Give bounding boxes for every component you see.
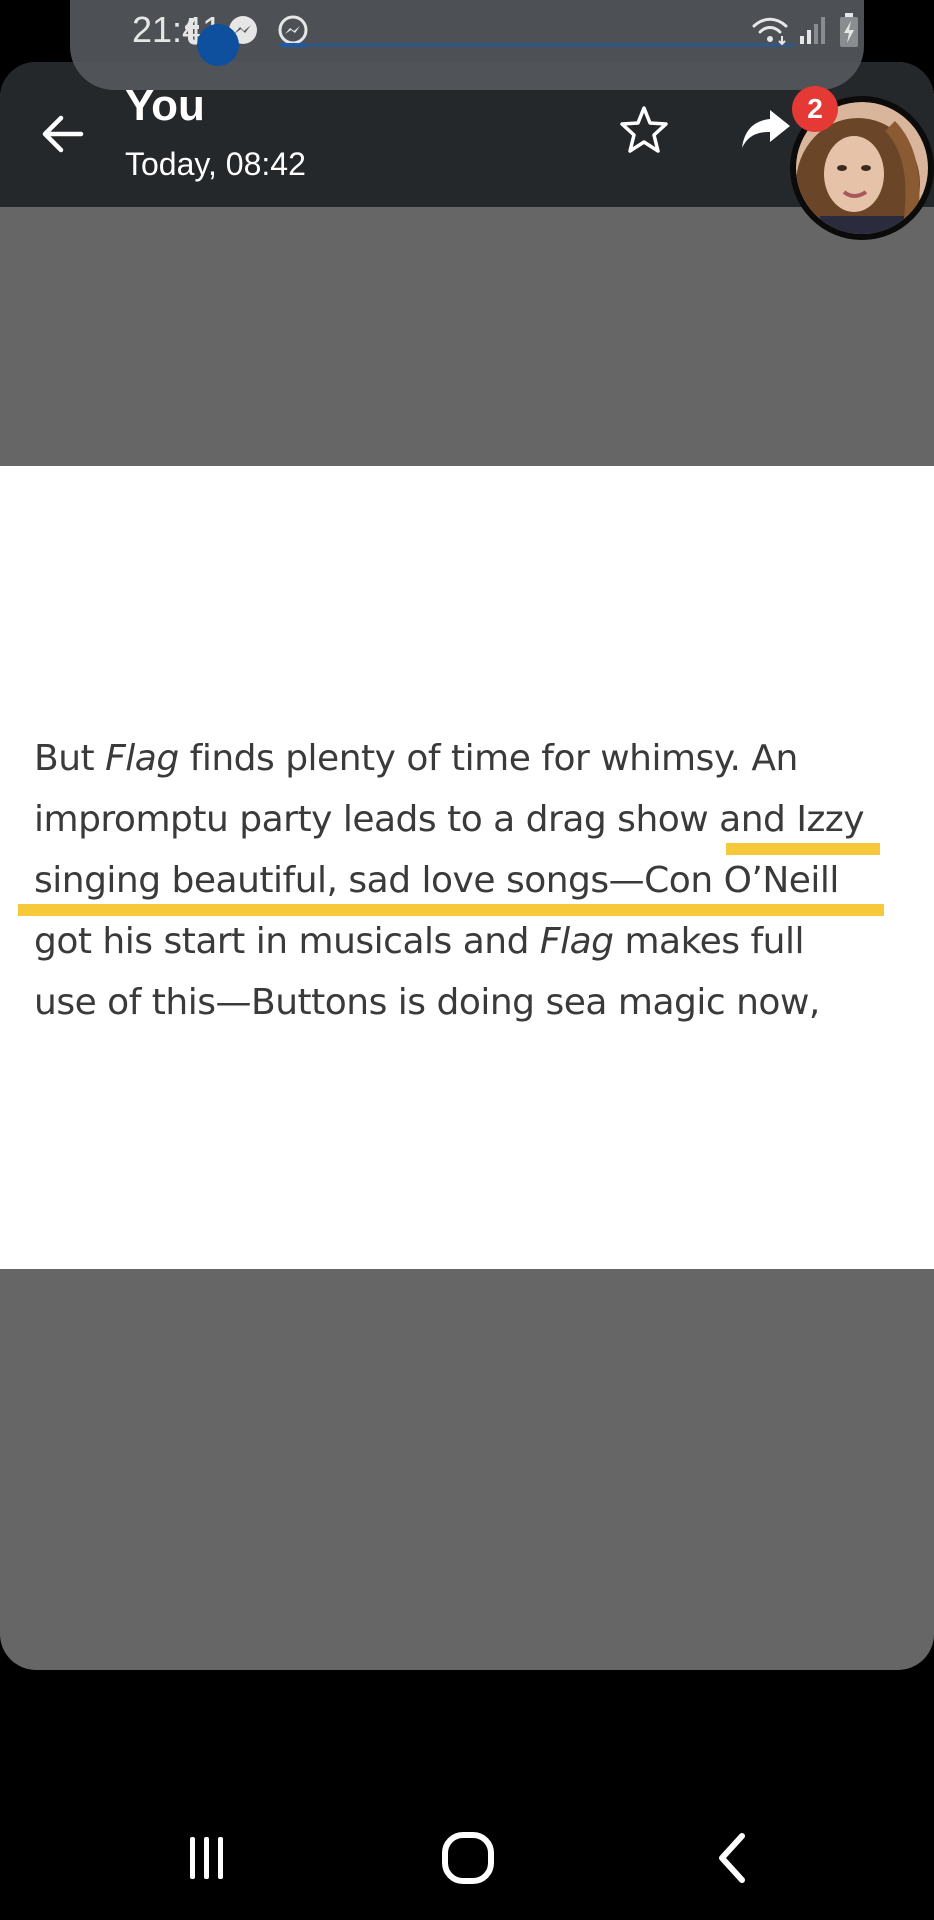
article-text: But Flag finds plenty of time for whimsy…	[34, 728, 914, 1033]
nav-back-icon	[719, 1833, 745, 1883]
share-arrow-icon	[742, 110, 790, 148]
text-line: But Flag finds plenty of time for whimsy…	[34, 738, 798, 779]
text-line: use of this—Buttons is doing sea magic n…	[34, 982, 820, 1023]
recents-icon	[190, 1837, 223, 1879]
nav-back-button[interactable]	[692, 1828, 772, 1888]
chat-head[interactable]: 2	[790, 86, 934, 244]
sender-name: You	[125, 81, 205, 130]
text-line: singing beautiful, sad love songs—Con O’…	[34, 860, 839, 901]
media-scrubber[interactable]	[280, 43, 796, 47]
home-icon	[442, 1832, 494, 1884]
shared-image: But Flag finds plenty of time for whimsy…	[0, 466, 934, 1269]
screen: You Today, 08:42 But Flag finds plenty o…	[0, 0, 934, 1920]
arrow-left-icon	[42, 115, 84, 153]
battery-charging-icon	[840, 13, 858, 47]
home-button[interactable]	[428, 1828, 508, 1888]
media-scrubber-thumb[interactable]	[197, 24, 239, 66]
media-viewer: You Today, 08:42 But Flag finds plenty o…	[0, 62, 934, 1670]
media-scrubber-fill	[280, 43, 306, 47]
text-line: got his start in musicals and Flag makes…	[34, 921, 804, 962]
status-bar: 21:41	[70, 0, 864, 90]
star-button[interactable]	[616, 102, 672, 158]
wifi-icon	[752, 17, 788, 46]
star-outline-icon	[620, 106, 668, 153]
unread-badge: 2	[792, 86, 838, 132]
share-button[interactable]	[736, 102, 796, 158]
sent-timestamp: Today, 08:42	[125, 146, 306, 182]
navigation-bar	[0, 1790, 934, 1920]
back-button[interactable]	[34, 106, 90, 162]
text-line: impromptu party leads to a drag show and…	[34, 799, 865, 840]
recents-button[interactable]	[167, 1828, 247, 1888]
signal-icon	[800, 17, 825, 44]
